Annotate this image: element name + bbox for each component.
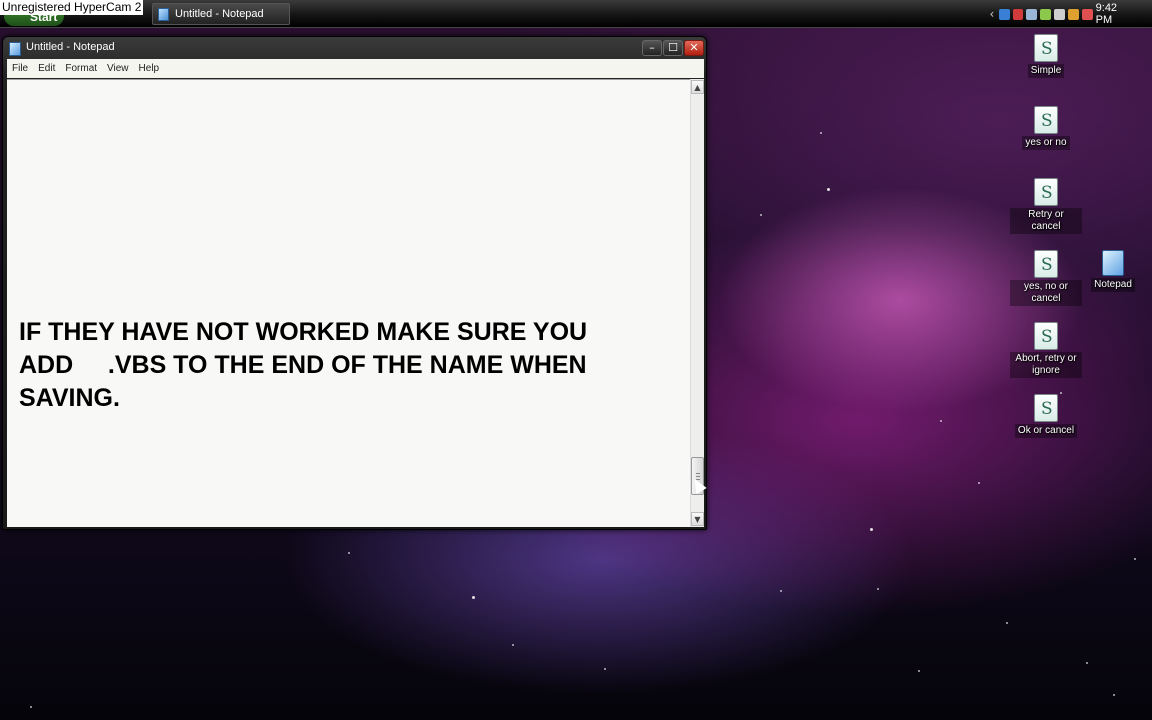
menu-edit[interactable]: Edit — [33, 63, 60, 74]
update-icon[interactable] — [1067, 8, 1079, 20]
script-icon: S — [1034, 178, 1058, 206]
notepad-icon — [158, 8, 169, 21]
taskbar: Start Untitled - Notepad ‹ 9:42 PM — [0, 0, 1152, 28]
desktop-icon-label: yes or no — [1022, 136, 1070, 150]
text-editor[interactable]: IF THEY HAVE NOT WORKED MAKE SURE YOU AD… — [7, 79, 690, 527]
notepad-icon[interactable] — [9, 42, 21, 56]
script-icon: S — [1034, 34, 1058, 62]
security-icon[interactable] — [1012, 8, 1024, 20]
menu-file[interactable]: File — [7, 63, 33, 74]
desktop-icon-label: Abort, retry or ignore — [1010, 352, 1082, 378]
desktop-icon-yes-no-or-cancel[interactable]: S yes, no or cancel — [1010, 250, 1082, 306]
taskbar-button-notepad[interactable]: Untitled - Notepad — [152, 3, 290, 25]
connection-icon[interactable] — [1054, 8, 1065, 20]
script-icon: S — [1034, 394, 1058, 422]
clock[interactable]: 9:42 PM — [1096, 2, 1136, 26]
minimize-button[interactable]: – — [642, 40, 662, 56]
notepad-window: Untitled - Notepad – ☐ ✕ File Edit Forma… — [2, 36, 707, 530]
close-button[interactable]: ✕ — [684, 40, 704, 56]
svg-text:S: S — [1041, 39, 1053, 59]
desktop-icon-abort-retry-or-ignore[interactable]: S Abort, retry or ignore — [1010, 322, 1082, 378]
svg-text:S: S — [1041, 111, 1053, 131]
taskbar-button-label: Untitled - Notepad — [175, 8, 264, 20]
power-icon[interactable] — [1040, 8, 1052, 20]
desktop-icon-label: Ok or cancel — [1014, 424, 1078, 438]
vertical-scrollbar[interactable]: ▲ ▼ — [690, 79, 704, 527]
desktop-icon-label: Simple — [1027, 64, 1065, 78]
network-icon[interactable] — [998, 8, 1010, 20]
desktop-icon-simple[interactable]: S Simple — [1010, 34, 1082, 78]
desktop-icon-retry-or-cancel[interactable]: S Retry or cancel — [1010, 178, 1082, 234]
desktop-icon-yes-or-no[interactable]: S yes or no — [1010, 106, 1082, 150]
notepad-shortcut-icon — [1102, 250, 1124, 276]
svg-text:S: S — [1041, 183, 1053, 203]
tool-icon[interactable] — [1081, 8, 1093, 20]
script-icon: S — [1034, 250, 1058, 278]
desktop-icon-ok-or-cancel[interactable]: S Ok or cancel — [1010, 394, 1082, 438]
menu-help[interactable]: Help — [134, 63, 165, 74]
grip-icon — [696, 473, 700, 474]
menu-format[interactable]: Format — [60, 63, 102, 74]
editor-content: IF THEY HAVE NOT WORKED MAKE SURE YOU AD… — [19, 318, 588, 412]
volume-icon[interactable] — [1026, 8, 1038, 20]
scroll-up-button[interactable]: ▲ — [691, 80, 704, 94]
menu-view[interactable]: View — [102, 63, 134, 74]
tray-expand-chevron-icon[interactable]: ‹ — [985, 7, 999, 21]
script-icon: S — [1034, 106, 1058, 134]
maximize-button[interactable]: ☐ — [663, 40, 683, 56]
desktop-icon-label: yes, no or cancel — [1010, 280, 1082, 306]
menu-bar: File Edit Format View Help — [7, 59, 704, 78]
desktop-icon-label: Notepad — [1091, 278, 1135, 292]
window-title: Untitled - Notepad — [26, 41, 115, 53]
desktop-icon-notepad[interactable]: Notepad — [1077, 250, 1149, 292]
recorder-watermark: Unregistered HyperCam 2 — [0, 0, 144, 15]
script-icon: S — [1034, 322, 1058, 350]
svg-text:S: S — [1041, 399, 1053, 419]
svg-text:S: S — [1041, 327, 1053, 347]
svg-text:S: S — [1041, 255, 1053, 275]
system-tray: ‹ 9:42 PM — [985, 2, 1152, 26]
desktop-icon-label: Retry or cancel — [1010, 208, 1082, 234]
scroll-down-button[interactable]: ▼ — [691, 512, 704, 526]
